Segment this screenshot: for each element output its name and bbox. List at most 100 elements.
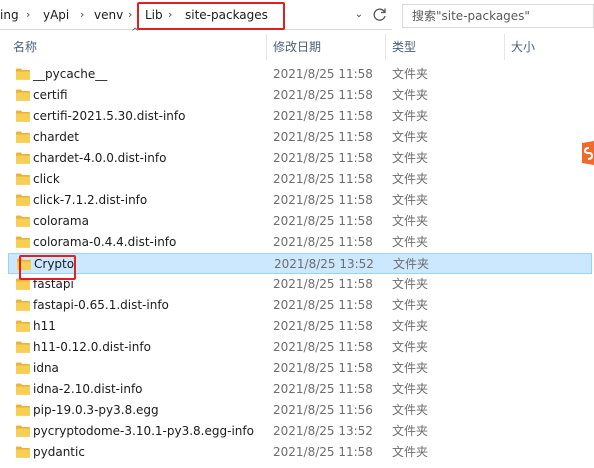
refresh-icon[interactable] [370,5,390,25]
list-item[interactable]: chardet-4.0.0.dist-info 2021/8/25 11:58 … [0,148,594,169]
list-item[interactable]: click-7.1.2.dist-info 2021/8/25 11:58 文件… [0,190,594,211]
chevron-right-icon[interactable]: › [80,7,84,23]
list-item[interactable]: fastapi 2021/8/25 11:58 文件夹 [0,274,594,295]
file-name: colorama-0.4.4.dist-info [33,235,177,249]
breadcrumb-item[interactable]: ing [0,7,19,23]
list-item[interactable]: colorama 2021/8/25 11:58 文件夹 [0,211,594,232]
list-item-selected[interactable]: Crypto 2021/8/25 13:52 文件夹 [8,253,592,274]
file-type: 文件夹 [392,382,429,396]
file-name: pycryptodome-3.10.1-py3.8.egg-info [33,424,254,438]
sort-ascending-icon: ^ [131,27,140,38]
breadcrumb-item[interactable]: Lib [145,7,163,23]
folder-icon [16,194,30,206]
list-item[interactable]: chardet 2021/8/25 11:58 文件夹 [0,127,594,148]
list-item[interactable]: idna 2021/8/25 11:58 文件夹 [0,358,594,379]
chevron-right-icon[interactable]: › [26,7,30,23]
list-item[interactable]: certifi 2021/8/25 11:58 文件夹 [0,85,594,106]
file-date: 2021/8/25 11:58 [273,445,373,459]
file-type: 文件夹 [392,277,429,291]
file-name: certifi [33,88,68,102]
column-name-header[interactable]: 名称 [13,34,37,60]
list-item[interactable]: idna-2.10.dist-info 2021/8/25 11:58 文件夹 [0,379,594,400]
file-name: fastapi-0.65.1.dist-info [33,298,169,312]
file-date: 2021/8/25 13:52 [274,257,374,271]
list-item[interactable]: h11 2021/8/25 11:58 文件夹 [0,316,594,337]
list-item[interactable]: h11-0.12.0.dist-info 2021/8/25 11:58 文件夹 [0,337,594,358]
file-type: 文件夹 [392,340,429,354]
breadcrumb-item[interactable]: site-packages [185,7,268,23]
file-type: 文件夹 [392,109,429,123]
file-date: 2021/8/25 11:58 [273,130,373,144]
file-name: chardet [33,130,79,144]
folder-icon [16,278,30,290]
file-date: 2021/8/25 11:58 [273,193,373,207]
file-date: 2021/8/25 11:58 [273,340,373,354]
column-date-header[interactable]: 修改日期 [273,34,321,60]
chevron-down-icon[interactable]: ⌄ [352,7,366,23]
list-item[interactable]: __pycache__ 2021/8/25 11:58 文件夹 [0,64,594,85]
file-date: 2021/8/25 13:52 [273,424,373,438]
file-type: 文件夹 [392,298,429,312]
list-item[interactable]: pycryptodome-3.10.1-py3.8.egg-info 2021/… [0,421,594,442]
file-date: 2021/8/25 11:58 [273,298,373,312]
file-type: 文件夹 [392,235,429,249]
file-type: 文件夹 [392,151,429,165]
file-type: 文件夹 [392,214,429,228]
file-type: 文件夹 [392,172,429,186]
folder-icon [16,404,30,416]
folder-icon [16,446,30,458]
file-name: idna-2.10.dist-info [33,382,143,396]
file-name: click [33,172,60,186]
file-date: 2021/8/25 11:58 [273,214,373,228]
overlay-badge-icon [580,140,594,166]
address-bar[interactable]: ing › yApi › venv › Lib › site-packages … [0,0,392,30]
file-list: __pycache__ 2021/8/25 11:58 文件夹 certifi … [0,64,594,463]
list-item[interactable]: click 2021/8/25 11:58 文件夹 [0,169,594,190]
chevron-right-icon[interactable]: › [168,7,172,23]
breadcrumb-item[interactable]: venv [94,7,123,23]
file-type: 文件夹 [392,445,429,459]
file-name: colorama [33,214,89,228]
file-date: 2021/8/25 11:58 [273,382,373,396]
file-date: 2021/8/25 11:58 [273,88,373,102]
file-name: pydantic [33,445,85,459]
folder-icon [16,320,30,332]
list-item[interactable]: pip-19.0.3-py3.8.egg 2021/8/25 11:56 文件夹 [0,400,594,421]
breadcrumb-item[interactable]: yApi [43,7,69,23]
folder-icon [16,341,30,353]
file-name: click-7.1.2.dist-info [33,193,148,207]
folder-icon [16,425,30,437]
list-item[interactable]: fastapi-0.65.1.dist-info 2021/8/25 11:58… [0,295,594,316]
file-date: 2021/8/25 11:58 [273,67,373,81]
file-name: idna [33,361,59,375]
list-item[interactable]: certifi-2021.5.30.dist-info 2021/8/25 11… [0,106,594,127]
file-explorer: ing › yApi › venv › Lib › site-packages … [0,0,594,468]
list-item[interactable]: pydantic 2021/8/25 11:58 文件夹 [0,442,594,463]
list-item[interactable]: colorama-0.4.4.dist-info 2021/8/25 11:58… [0,232,594,253]
file-name: fastapi [33,277,74,291]
folder-icon [16,89,30,101]
column-type-header[interactable]: 类型 [392,34,416,60]
file-type: 文件夹 [392,319,429,333]
column-divider[interactable] [266,34,267,60]
file-date: 2021/8/25 11:58 [273,277,373,291]
file-name: Crypto [34,257,75,271]
folder-icon [16,299,30,311]
column-header-row: 名称 修改日期 类型 大小 [0,34,594,60]
folder-icon [16,152,30,164]
search-input[interactable]: 搜索"site-packages" [402,4,594,28]
folder-icon [16,215,30,227]
file-name: pip-19.0.3-py3.8.egg [33,403,159,417]
folder-icon [16,383,30,395]
file-date: 2021/8/25 11:58 [273,151,373,165]
folder-icon [16,362,30,374]
file-type: 文件夹 [392,88,429,102]
file-date: 2021/8/25 11:58 [273,235,373,249]
column-size-header[interactable]: 大小 [511,34,535,60]
file-type: 文件夹 [392,130,429,144]
column-divider[interactable] [504,34,505,60]
file-type: 文件夹 [392,361,429,375]
column-divider[interactable] [385,34,386,60]
chevron-right-icon[interactable]: › [128,7,132,23]
file-name: h11-0.12.0.dist-info [33,340,151,354]
